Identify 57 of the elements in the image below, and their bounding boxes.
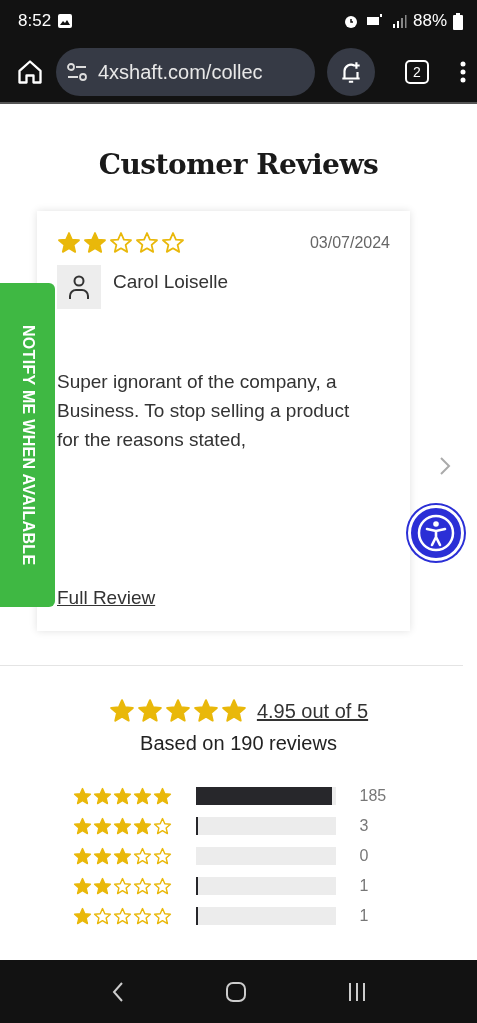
battery-icon — [453, 12, 463, 30]
reviewer-name: Carol Loiselle — [113, 271, 229, 294]
battery-percent: 88% — [412, 11, 447, 31]
star-icon — [92, 816, 112, 836]
star-icon — [164, 698, 191, 724]
full-review-link[interactable]: Full Review — [57, 587, 156, 609]
empty-star-icon — [161, 231, 185, 255]
home-icon[interactable] — [16, 58, 44, 86]
image-icon — [57, 13, 74, 29]
review-text: Super ignorant of the company, a Business. To stop selling a product for the reasons stated, — [57, 370, 351, 452]
section-title: Customer Reviews — [98, 148, 379, 181]
star-icon — [152, 786, 172, 806]
star-icon — [83, 231, 107, 255]
star-icon — [72, 846, 92, 866]
star-icon — [92, 786, 112, 806]
rating-count: 0 — [359, 847, 370, 865]
home-button-icon[interactable] — [224, 980, 247, 1003]
review-date: 03/07/2024 — [309, 234, 390, 252]
review-count: Based on 190 reviews — [140, 732, 337, 755]
star-icon — [132, 786, 152, 806]
star-icon — [57, 231, 81, 255]
status-time: 8:52 — [18, 11, 52, 31]
empty-star-icon — [152, 846, 172, 866]
star-icon — [92, 846, 112, 866]
address-bar[interactable]: 4xshaft.com/collec — [56, 48, 315, 96]
site-settings-icon[interactable] — [66, 63, 88, 81]
empty-star-icon — [132, 906, 152, 926]
rating-count: 185 — [359, 787, 388, 805]
empty-star-icon — [109, 231, 133, 255]
average-rating-link[interactable]: 4.95 out of 5 — [256, 699, 369, 723]
tab-count-button[interactable]: 2 — [405, 60, 429, 84]
rating-count: 1 — [359, 877, 370, 895]
star-icon — [112, 786, 132, 806]
star-icon — [112, 816, 132, 836]
star-icon — [220, 698, 247, 724]
notification-button[interactable] — [327, 48, 375, 96]
empty-star-icon — [152, 906, 172, 926]
star-icon — [192, 698, 219, 724]
star-icon — [92, 876, 112, 896]
star-icon — [72, 816, 92, 836]
accessibility-button[interactable] — [408, 505, 464, 561]
rating-count: 1 — [359, 907, 370, 925]
star-icon — [112, 846, 132, 866]
star-icon — [136, 698, 163, 724]
star-icon — [72, 786, 92, 806]
more-icon[interactable] — [459, 60, 467, 84]
signal-icon — [390, 13, 407, 29]
empty-star-icon — [152, 876, 172, 896]
empty-star-icon — [135, 231, 159, 255]
star-icon — [132, 816, 152, 836]
star-icon — [108, 698, 135, 724]
empty-star-icon — [112, 906, 132, 926]
star-icon — [72, 906, 92, 926]
empty-star-icon — [132, 876, 152, 896]
user-icon — [57, 265, 101, 309]
star-icon — [72, 876, 92, 896]
rating-count: 3 — [359, 817, 370, 835]
